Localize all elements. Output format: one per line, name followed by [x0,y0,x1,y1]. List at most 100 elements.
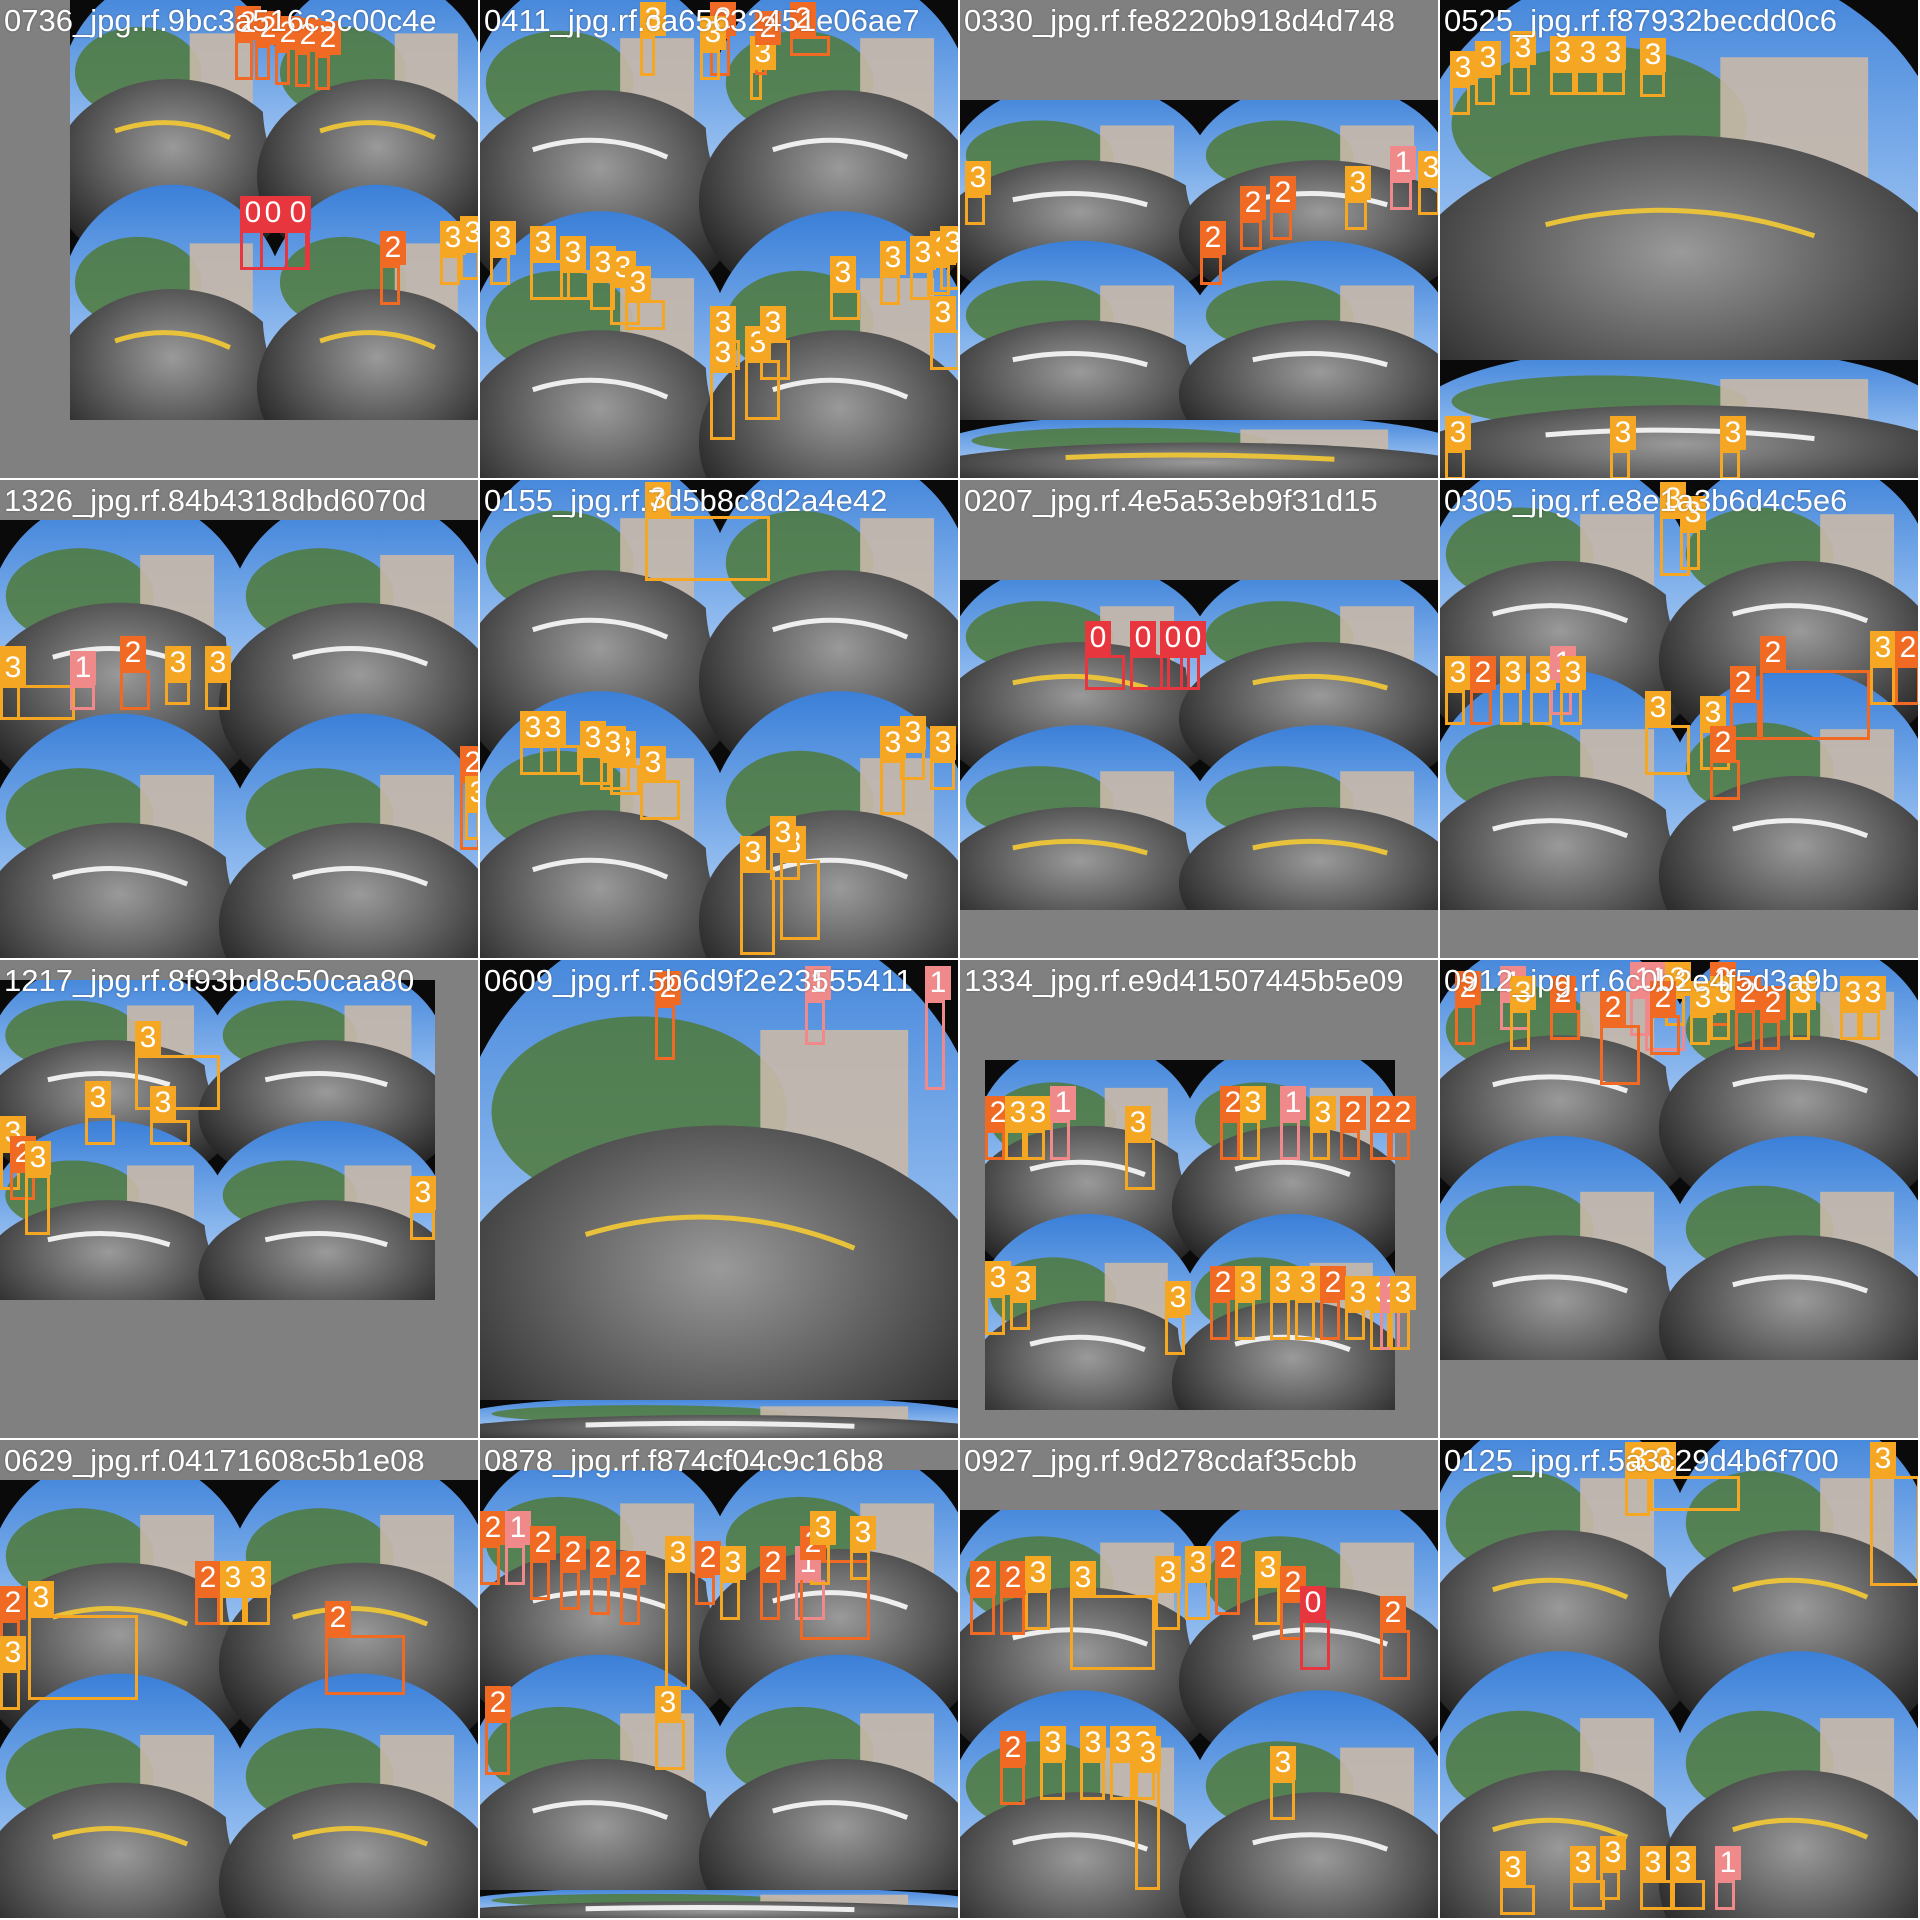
class-label: 2 [380,231,406,265]
class-label: 2 [120,636,146,670]
bounding-box [25,1175,50,1235]
bounding-box [205,680,230,710]
bounding-box [1640,72,1665,97]
class-label: 3 [1645,691,1671,725]
bounding-box [195,1595,220,1625]
bounding-box [1735,1010,1755,1050]
bounding-box [1670,1880,1705,1910]
bounding-box [150,1120,190,1145]
class-label: 3 [165,646,191,680]
bounding-box [1760,1020,1780,1050]
bounding-box [1270,210,1292,240]
camera-image [480,1470,958,1918]
class-label: 2 [1760,636,1786,670]
mosaic-tile: 0411_jpg.rf.ca65632451e06ae7322323333333… [480,0,960,480]
class-label: 0 [1130,621,1156,655]
class-label: 3 [1700,696,1726,730]
camera-image [960,580,1438,958]
bounding-box [560,1570,580,1610]
bounding-box [1720,450,1740,478]
mosaic-tile: 0330_jpg.rf.fe8220b918d4d748 3 2 2 3 1 3 2 [960,0,1440,480]
class-label: 3 [1025,1096,1051,1130]
class-label: 2 [1000,1731,1026,1765]
mosaic-grid: 0736_jpg.rf.9bc3a516c3c00c4e222220000233… [0,0,1920,1920]
bounding-box [1790,1010,1810,1040]
camera-image [480,960,958,1438]
class-label: 2 [620,1551,646,1585]
bounding-box [1165,1315,1185,1355]
bounding-box [1180,655,1200,690]
class-label: 3 [880,241,906,275]
class-label: 3 [220,1561,246,1595]
class-label: 3 [1080,1726,1106,1760]
bounding-box [850,1550,870,1580]
mosaic-tile: 0125_jpg.rf.5a3c29d4b6f700 3 3 3 3 3 3 3 3 1 [1440,1440,1920,1920]
bounding-box [295,52,310,87]
mosaic-tile: 1217_jpg.rf.8f93bd8c50caa80 3 3 3 3 2 3 3 [0,960,480,1440]
class-label: 3 [540,711,566,745]
camera-image [960,1510,1438,1918]
bounding-box [710,370,735,440]
mosaic-tile: 1334_jpg.rf.e9d41507445b5e09 2 3 3 1 3 2 3 1 3 2 2 2… [960,960,1440,1440]
bounding-box [1600,1025,1640,1085]
bounding-box [1010,1300,1030,1330]
tile-filename: 1217_jpg.rf.8f93bd8c50caa80 [4,963,415,998]
class-label: 3 [1575,36,1601,70]
class-label: 3 [1500,1851,1526,1885]
class-label: 1 [70,651,96,685]
class-label: 3 [1295,1266,1321,1300]
class-label: 2 [325,1601,351,1635]
bounding-box [625,300,665,330]
class-label: 1 [1280,1086,1306,1120]
class-label: 2 [485,1686,511,1720]
class-label: 3 [1040,1726,1066,1760]
tile-filename: 1326_jpg.rf.84b4318dbd6070d [4,483,427,518]
bounding-box [1895,665,1918,705]
bounding-box [1450,85,1470,115]
class-label: 3 [460,216,478,250]
class-label: 2 [195,1561,221,1595]
bounding-box [1470,690,1492,725]
bounding-box [1025,1590,1050,1630]
class-label: 3 [1255,1551,1281,1585]
bounding-box [1475,75,1495,105]
tile-filename: 0125_jpg.rf.5a3c29d4b6f700 [1444,1443,1839,1478]
bounding-box [1600,1870,1620,1900]
bounding-box [410,1210,435,1240]
bounding-box [1380,1630,1410,1680]
bounding-box [695,1575,715,1605]
class-label: 3 [850,1516,876,1550]
bounding-box [930,760,955,790]
bounding-box [700,50,720,80]
class-label: 3 [810,1511,836,1545]
class-label: 3 [1550,36,1576,70]
class-label: 3 [1125,1106,1151,1140]
bounding-box [1270,1300,1290,1340]
bounding-box [1280,1120,1300,1160]
mosaic-tile: 0878_jpg.rf.f874cf04c9c16b82122223232123… [480,1440,960,1920]
class-label: 3 [1640,1846,1666,1880]
class-label: 3 [1418,151,1438,185]
bounding-box [255,45,270,80]
bounding-box [805,1000,825,1045]
mosaic-tile: 0155_jpg.rf.7d5b8c8d2a4e423333333333333 [480,480,960,960]
class-label: 3 [1070,1561,1096,1595]
bounding-box [620,1585,640,1625]
class-label: 2 [695,1541,721,1575]
class-label: 1 [1050,1086,1076,1120]
tile-filename: 0411_jpg.rf.ca65632451e06ae7 [484,3,920,38]
class-label: 3 [1670,1846,1696,1880]
bounding-box [1530,690,1552,725]
bounding-box [1650,1015,1680,1055]
bounding-box [760,1580,780,1620]
bounding-box [1575,70,1600,95]
bounding-box [135,1055,220,1110]
bounding-box [985,1295,1005,1335]
class-label: 3 [665,1536,691,1570]
mosaic-tile: 0629_jpg.rf.04171608c5b1e08 3 2 2 3 3 3 2 [0,1440,480,1920]
class-label: 3 [1345,166,1371,200]
bounding-box [1760,670,1870,740]
bounding-box [1215,1575,1240,1615]
bounding-box [910,270,930,300]
mosaic-tile: 0305_jpg.rf.e8e1a3b6d4c5e633323313332232… [1440,480,1920,960]
